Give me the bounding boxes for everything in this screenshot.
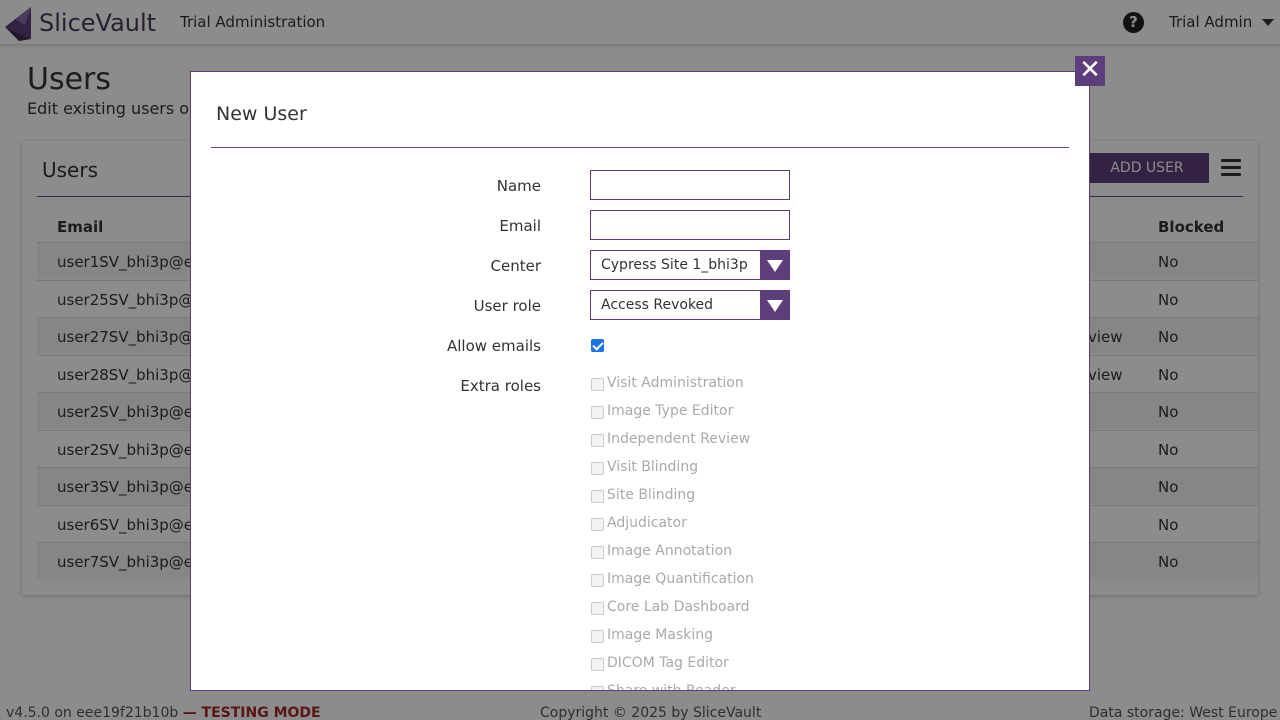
extra-role-checkbox[interactable] — [591, 462, 604, 475]
extra-role-checkbox[interactable] — [591, 434, 604, 447]
extra-role-label: Image Quantification — [607, 571, 754, 587]
extra-role-checkbox[interactable] — [591, 630, 604, 643]
extra-role-label: DICOM Tag Editor — [607, 655, 729, 671]
new-user-dialog: New User Name Email Center Cypress Site … — [190, 71, 1090, 691]
extra-roles-label: Extra roles — [460, 377, 541, 395]
extra-role-checkbox[interactable] — [591, 378, 604, 391]
extra-role-label: Site Blinding — [607, 487, 696, 503]
user-role-label: User role — [473, 297, 541, 315]
dropdown-arrow-icon — [760, 291, 789, 319]
extra-role-checkbox[interactable] — [591, 602, 604, 615]
extra-role-label: Image Annotation — [607, 543, 733, 559]
name-input[interactable] — [590, 170, 790, 200]
extra-role-label: Share with Reader — [607, 683, 736, 691]
dropdown-arrow-icon — [760, 251, 789, 279]
allow-emails-label: Allow emails — [447, 337, 541, 355]
close-icon[interactable]: ✕ — [1075, 56, 1105, 86]
center-select-value: Cypress Site 1_bhi3p (s — [601, 257, 751, 273]
extra-role-label: Visit Blinding — [607, 459, 699, 475]
extra-role-checkbox[interactable] — [591, 658, 604, 671]
extra-role-checkbox[interactable] — [591, 574, 604, 587]
dialog-divider — [211, 147, 1069, 148]
center-label: Center — [490, 257, 542, 275]
user-role-select-value: Access Revoked — [601, 297, 714, 313]
extra-role-label: Adjudicator — [607, 515, 687, 531]
email-label: Email — [499, 217, 541, 235]
extra-role-checkbox[interactable] — [591, 518, 604, 531]
extra-role-label: Visit Administration — [607, 375, 744, 391]
email-input[interactable] — [590, 210, 790, 240]
extra-role-label: Image Type Editor — [607, 403, 734, 419]
extra-role-label: Image Masking — [607, 627, 714, 643]
extra-role-label: Independent Review — [607, 431, 751, 447]
extra-role-checkbox[interactable] — [591, 406, 604, 419]
dialog-title: New User — [216, 103, 307, 125]
extra-role-checkbox[interactable] — [591, 546, 604, 559]
extra-role-checkbox[interactable] — [591, 686, 604, 690]
allow-emails-checkbox[interactable] — [591, 339, 604, 352]
extra-role-label: Core Lab Dashboard — [607, 599, 750, 615]
extra-role-checkbox[interactable] — [591, 490, 604, 503]
name-label: Name — [496, 177, 541, 195]
center-select[interactable]: Cypress Site 1_bhi3p (s — [590, 250, 790, 280]
user-role-select[interactable]: Access Revoked — [590, 290, 790, 320]
